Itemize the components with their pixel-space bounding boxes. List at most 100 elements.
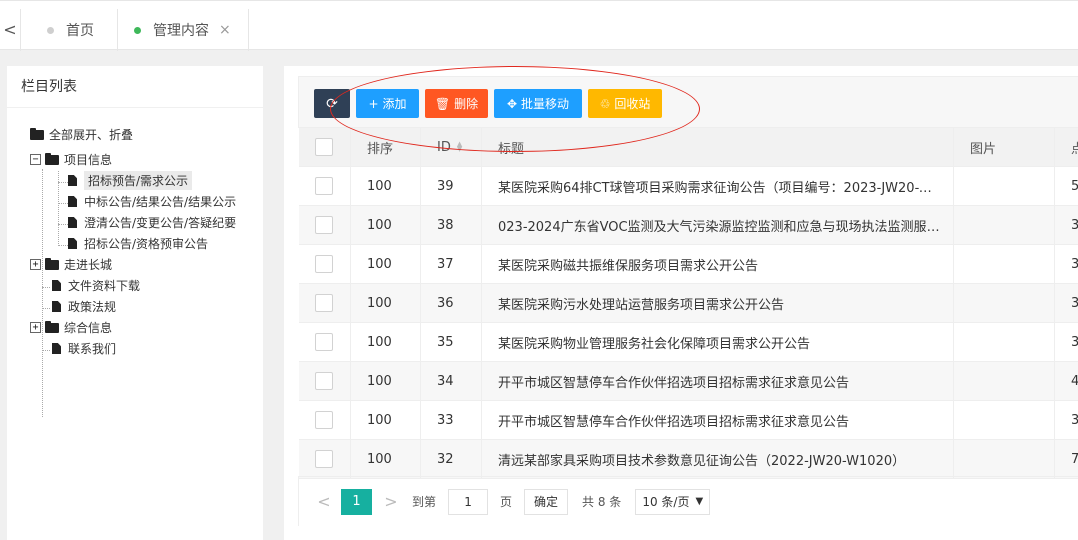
close-icon[interactable]: × (219, 22, 231, 38)
clicks-value: 5 (1071, 178, 1078, 194)
tab-home[interactable]: 首页 (20, 9, 118, 51)
tree-item-expand-all[interactable]: 全部展开、折叠 (30, 124, 133, 145)
row-checkbox[interactable] (315, 372, 333, 390)
sort-value: 100 (351, 401, 421, 439)
select-all-checkbox[interactable] (315, 138, 333, 156)
tree-item-award-notice[interactable]: 中标公告/结果公告/结果公示 (66, 191, 236, 212)
image-value (954, 401, 1055, 439)
button-label: 删除 (454, 97, 479, 111)
file-icon (52, 343, 61, 354)
row-checkbox[interactable] (315, 294, 333, 312)
tree-item-contact[interactable]: 联系我们 (50, 338, 116, 359)
tree-item-project-info[interactable]: − 项目信息 (30, 149, 112, 170)
move-icon: ✥ (506, 96, 518, 111)
column-header-id[interactable]: ID ▲ ▼ (421, 128, 482, 166)
toolbar: ⟳ + 添加 🗑 删除 ✥ 批量移动 ♲ 回收站 (298, 76, 1078, 128)
tree-connector (42, 350, 50, 351)
clicks-value: 3 (1071, 217, 1078, 233)
chevron-down-icon: ▼ (695, 496, 704, 507)
page-size-select[interactable]: 10 条/页 ▼ (635, 488, 711, 515)
tree-item-label: 文件资料下载 (68, 279, 141, 293)
row-checkbox[interactable] (315, 177, 333, 195)
chevron-left-icon: < (3, 19, 17, 39)
table-row[interactable]: 100 38 023-2024广东省VOC监测及大气污染源监控监测和应急与现场执法监… (299, 206, 1078, 245)
title-cell[interactable]: 开平市城区智慧停车合作伙伴招选项目招标需求征求意见公告 (482, 362, 954, 400)
table-row[interactable]: 100 32 清远某部家具采购项目技术参数意见征询公告（2022-JW20-W102… (299, 440, 1078, 479)
column-header-title: 标题 (482, 128, 954, 166)
file-icon (68, 175, 77, 186)
title-cell[interactable]: 清远某部家具采购项目技术参数意见征询公告（2022-JW20-W1020） (482, 440, 954, 478)
tab-manage-content[interactable]: 管理内容 × (118, 9, 249, 51)
clicks-value: 3 (1071, 412, 1078, 428)
table-header-row: 排序 ID ▲ ▼ 标题 图片 点 (299, 128, 1078, 167)
row-checkbox[interactable] (315, 450, 333, 468)
refresh-icon: ⟳ (326, 95, 338, 112)
next-page-button[interactable]: > (380, 492, 402, 511)
tab-status-dot-icon (47, 26, 54, 34)
image-value (954, 362, 1055, 400)
tab-active-dot-icon (134, 26, 141, 34)
clicks-value: 3 (1071, 256, 1078, 272)
tabs-scroll-left-button[interactable]: < (0, 9, 20, 49)
clicks-value: 3 (1071, 295, 1078, 311)
id-value: 37 (421, 245, 482, 283)
tree-item-label: 招标公告/资格预审公告 (84, 237, 209, 251)
title-cell[interactable]: 开平市城区智慧停车合作伙伴招选项目招标需求征求意见公告 (482, 401, 954, 439)
total-count: 共 8 条 (582, 495, 622, 509)
row-select-cell (299, 323, 351, 361)
folder-icon (45, 257, 59, 270)
current-page-button[interactable]: 1 (341, 488, 372, 515)
row-checkbox[interactable] (315, 411, 333, 429)
prev-page-button[interactable]: < (313, 492, 335, 511)
tab-label: 管理内容 (153, 23, 209, 39)
title-cell[interactable]: 某医院采购64排CT球管项目采购需求征询公告（项目编号：2023-JW20-W1… (482, 167, 954, 205)
file-icon (52, 301, 61, 312)
tab-bar: < 首页 管理内容 × (0, 0, 1078, 51)
sort-value: 100 (351, 284, 421, 322)
delete-button[interactable]: 🗑 删除 (425, 89, 488, 118)
tree-item-about[interactable]: + 走进长城 (30, 254, 112, 275)
tree-item-policies[interactable]: 政策法规 (50, 296, 116, 317)
title-cell[interactable]: 某医院采购磁共振维保服务项目需求公开公告 (482, 245, 954, 283)
sort-icon[interactable]: ▲ ▼ (457, 141, 462, 153)
table-row[interactable]: 100 37 某医院采购磁共振维保服务项目需求公开公告 3 (299, 245, 1078, 284)
column-header-label: ID (437, 139, 451, 155)
button-label: 批量移动 (521, 97, 570, 111)
tab-label: 首页 (66, 23, 94, 39)
title-value: 某医院采购64排CT球管项目采购需求征询公告（项目编号：2023-JW20-W1… (498, 180, 943, 196)
add-button[interactable]: + 添加 (356, 89, 419, 118)
table-row[interactable]: 100 33 开平市城区智慧停车合作伙伴招选项目招标需求征求意见公告 3 (299, 401, 1078, 440)
tree-item-clarification[interactable]: 澄清公告/变更公告/答疑纪要 (66, 212, 236, 233)
tree-item-tender-notice[interactable]: 招标公告/资格预审公告 (66, 233, 208, 254)
recycle-bin-button[interactable]: ♲ 回收站 (588, 89, 662, 118)
title-cell[interactable]: 023-2024广东省VOC监测及大气污染源监控监测和应急与现场执法监测服务项目 (482, 206, 954, 244)
file-icon (68, 217, 77, 228)
title-value: 023-2024广东省VOC监测及大气污染源监控监测和应急与现场执法监测服务项目 (498, 219, 943, 235)
expand-icon[interactable]: + (30, 259, 41, 270)
goto-page-input[interactable] (448, 488, 489, 515)
table-row[interactable]: 100 36 某医院采购污水处理站运营服务项目需求公开公告 3 (299, 284, 1078, 323)
table-row[interactable]: 100 39 某医院采购64排CT球管项目采购需求征询公告（项目编号：2023-JW… (299, 167, 1078, 206)
title-cell[interactable]: 某医院采购污水处理站运营服务项目需求公开公告 (482, 284, 954, 322)
image-value (954, 284, 1055, 322)
expand-icon[interactable]: + (30, 322, 41, 333)
title-value: 某医院采购磁共振维保服务项目需求公开公告 (498, 258, 759, 274)
row-checkbox[interactable] (315, 216, 333, 234)
collapse-icon[interactable]: − (30, 154, 41, 165)
title-cell[interactable]: 某医院采购物业管理服务社会化保障项目需求公开公告 (482, 323, 954, 361)
table-row[interactable]: 100 35 某医院采购物业管理服务社会化保障项目需求公开公告 3 (299, 323, 1078, 362)
refresh-button[interactable]: ⟳ (314, 89, 350, 118)
tree-item-downloads[interactable]: 文件资料下载 (50, 275, 140, 296)
title-value: 某医院采购污水处理站运营服务项目需求公开公告 (498, 297, 785, 313)
id-value: 33 (421, 401, 482, 439)
select-all-cell (299, 128, 351, 166)
table-row[interactable]: 100 34 开平市城区智慧停车合作伙伴招选项目招标需求征求意见公告 4 (299, 362, 1078, 401)
row-checkbox[interactable] (315, 255, 333, 273)
page-size-value: 10 条/页 (642, 495, 690, 509)
tree-item-tender-preview[interactable]: 招标预告/需求公示 (66, 170, 193, 191)
batch-move-button[interactable]: ✥ 批量移动 (494, 89, 582, 118)
goto-confirm-button[interactable]: 确定 (524, 488, 569, 515)
tree-item-general-info[interactable]: + 综合信息 (30, 317, 112, 338)
image-value (954, 323, 1055, 361)
row-checkbox[interactable] (315, 333, 333, 351)
